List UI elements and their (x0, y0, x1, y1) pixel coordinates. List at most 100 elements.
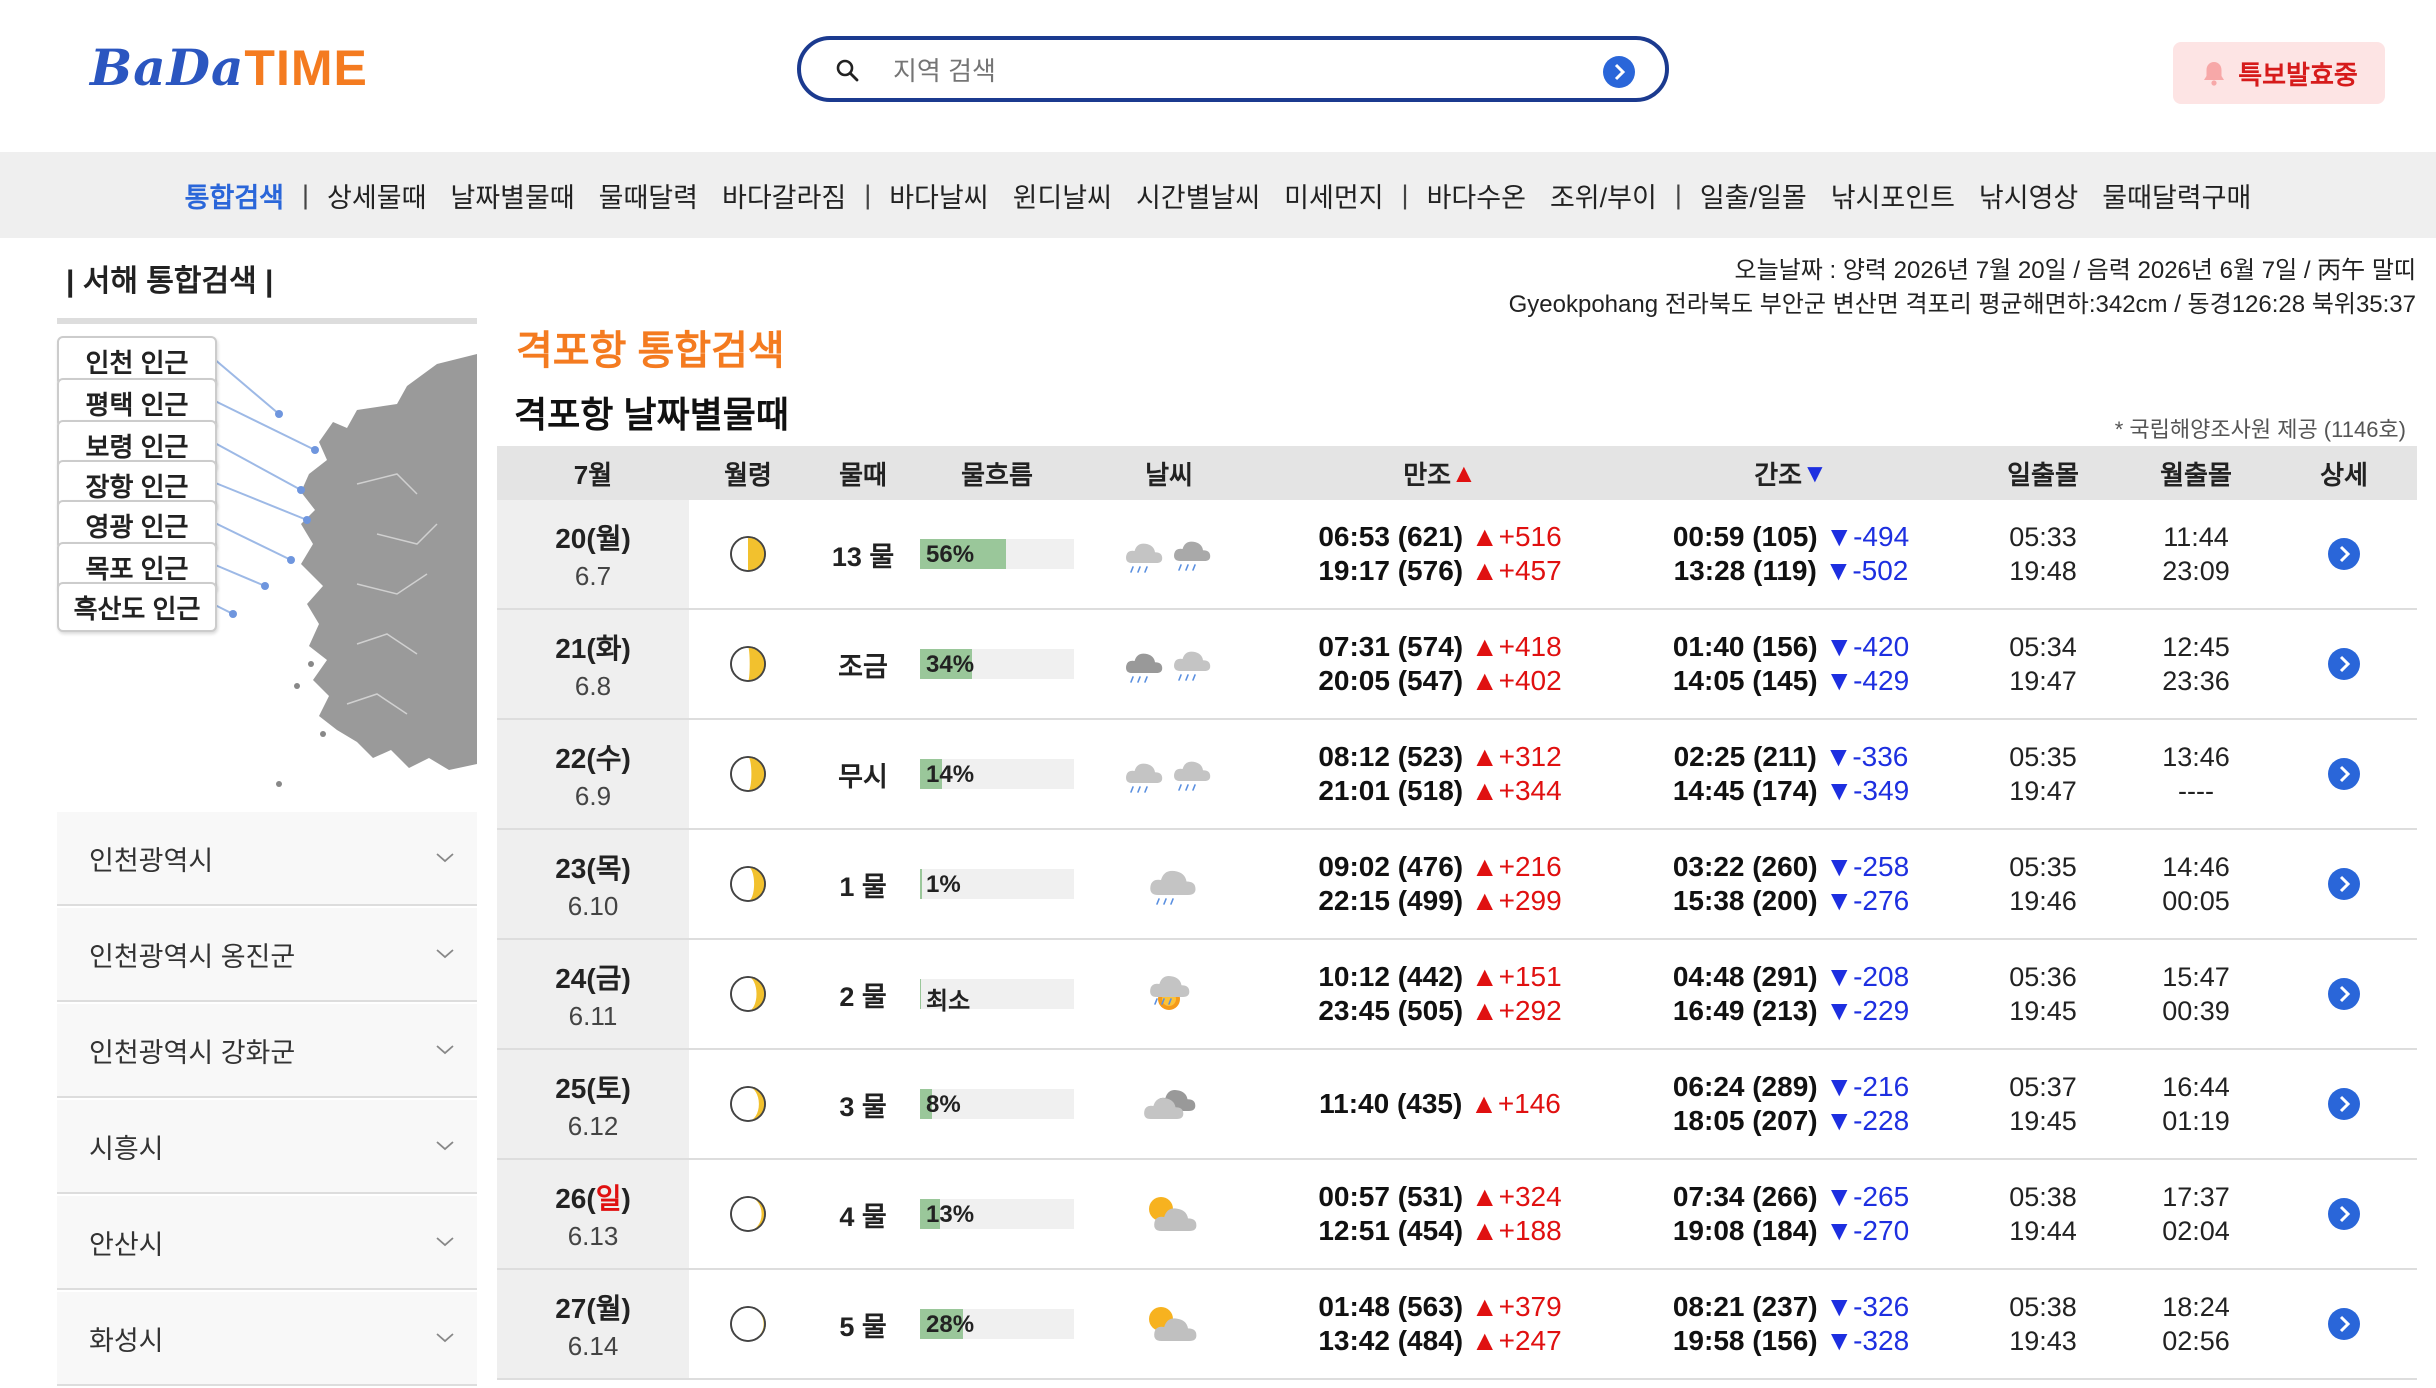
nav-item-13[interactable]: 조위/부이 (1550, 176, 1657, 215)
high-tide-time: 06:53 (621) (1318, 521, 1471, 552)
low-tide-delta: -328 (1853, 1325, 1910, 1356)
high-tide-delta: +418 (1498, 631, 1562, 662)
nav-item-10[interactable]: 미세먼지 (1284, 176, 1383, 215)
lunar-date: 6.13 (567, 1220, 619, 1251)
nav-item-4[interactable]: 물때달력 (599, 176, 698, 215)
sunrise-sunset-cell: 05:34 19:47 (1965, 630, 2121, 698)
low-tide-entry: 14:45 (174) ▼-349 (1673, 774, 1909, 808)
high-tide-time: 22:15 (499) (1318, 885, 1471, 916)
high-tide-cell: 00:57 (531) ▲+324 12:51 (454) ▲+188 (1263, 1180, 1617, 1248)
moon-time: 00:05 (2162, 886, 2230, 916)
moon-phase-icon (730, 536, 766, 572)
sun-time: 05:38 (2009, 1182, 2077, 1212)
date-cell: 26(일) 6.13 (497, 1160, 689, 1268)
low-tide-time: 03:22 (260) (1672, 851, 1826, 882)
nav-item-2[interactable]: 상세물때 (327, 176, 426, 215)
rain-cloud-icon (1126, 761, 1211, 793)
alert-button[interactable]: 특보발효중 (2173, 42, 2385, 104)
detail-button[interactable] (2328, 868, 2360, 900)
chevron-down-icon (436, 949, 454, 959)
moonrise-moonset-cell: 13:46 ---- (2121, 740, 2271, 808)
flow-bar: 최소 (920, 979, 1074, 1015)
nav-item-12[interactable]: 바다수온 (1427, 176, 1526, 215)
tide-name: 3 물 (839, 1091, 887, 1122)
logo-bada: BaDa (90, 38, 245, 97)
region-label: 화성시 (89, 1325, 164, 1356)
logo[interactable]: BaDaTIME (90, 38, 368, 97)
up-arrow-icon: ▲ (1470, 851, 1499, 882)
detail-button[interactable] (2328, 1198, 2360, 1230)
search-bar (797, 36, 1669, 102)
high-tide-entry: 21:01 (518) ▲+344 (1318, 774, 1561, 808)
search-submit-button[interactable] (1603, 56, 1635, 88)
map-button-6[interactable]: 흑산도 인근 (57, 582, 217, 632)
region-item-2[interactable]: 인천광역시 강화군 (57, 1004, 477, 1098)
region-label: 시흥시 (89, 1133, 164, 1164)
high-tide-entry: 01:48 (563) ▲+379 (1318, 1290, 1561, 1324)
rain-cloud-icon (1126, 651, 1211, 683)
down-arrow-icon: ▼ (1825, 521, 1854, 552)
sunrise-sunset-cell: 05:36 19:45 (1965, 960, 2121, 1028)
sun-time: 05:34 (2009, 632, 2077, 662)
column-header-label: 일출몰 (2007, 459, 2079, 490)
down-arrow-icon: ▼ (1825, 961, 1854, 992)
nav-item-18[interactable]: 물때달력구매 (2102, 176, 2251, 215)
search-icon[interactable] (835, 58, 859, 82)
detail-button[interactable] (2328, 648, 2360, 680)
sunrise-sunset-cell: 05:35 19:47 (1965, 740, 2121, 808)
up-arrow-icon: ▲ (1470, 1088, 1498, 1119)
search-input[interactable] (891, 52, 1575, 90)
region-item-5[interactable]: 화성시 (57, 1292, 477, 1386)
low-tide-time: 19:08 (184) (1672, 1215, 1826, 1246)
high-tide-time: 01:48 (563) (1318, 1291, 1471, 1322)
high-tide-entry: 06:53 (621) ▲+516 (1318, 520, 1561, 554)
moon-phase-icon (730, 976, 766, 1012)
sun-time: 19:45 (2009, 996, 2077, 1026)
detail-button[interactable] (2328, 978, 2360, 1010)
region-item-0[interactable]: 인천광역시 (57, 812, 477, 906)
table-body: 20(월) 6.7 13 물 56% 06:53 (621) ▲+516 19:17 (5… (497, 500, 2417, 1380)
table-row: 26(일) 6.13 4 물 13% 00:57 (531) ▲+324 12:51 (4… (497, 1160, 2417, 1270)
low-tide-cell: 08:21 (237) ▼-326 19:58 (156) ▼-328 (1617, 1290, 1965, 1358)
up-arrow-icon: ▲ (1470, 1181, 1499, 1212)
chevron-right-icon (2339, 875, 2351, 893)
detail-button[interactable] (2328, 1308, 2360, 1340)
low-tide-time: 06:24 (289) (1672, 1071, 1826, 1102)
low-tide-entry: 14:05 (145) ▼-429 (1673, 664, 1909, 698)
nav-item-7[interactable]: 바다날씨 (889, 176, 988, 215)
nav-item-8[interactable]: 윈디날씨 (1013, 176, 1112, 215)
flow-bar: 34% (920, 649, 1074, 679)
detail-button[interactable] (2328, 758, 2360, 790)
nav-item-3[interactable]: 날짜별물때 (450, 176, 574, 215)
detail-button[interactable] (2328, 538, 2360, 570)
lunar-date: 6.12 (567, 1110, 619, 1141)
tide-name: 2 물 (839, 981, 887, 1012)
region-item-1[interactable]: 인천광역시 옹진군 (57, 908, 477, 1002)
flow-percent: 28% (926, 1311, 975, 1338)
nav-item-0[interactable]: 통합검색 (185, 176, 284, 215)
nav-item-17[interactable]: 낚시영상 (1979, 176, 2078, 215)
column-header-3: 물흐름 (919, 455, 1075, 492)
low-tide-delta: -258 (1853, 851, 1910, 882)
column-header-label: 상세 (2320, 459, 2368, 490)
table-row: 21(화) 6.8 조금 34% 07:31 (574) ▲+418 20:05 (547… (497, 610, 2417, 720)
high-tide-entry: 11:40 (435) ▲+146 (1319, 1087, 1561, 1121)
chevron-right-icon (2339, 655, 2351, 673)
chevron-right-icon (2339, 545, 2351, 563)
alert-label: 특보발효중 (2238, 59, 2358, 90)
up-arrow-icon: ▲ (1470, 555, 1499, 586)
chevron-right-icon (2339, 765, 2351, 783)
detail-button[interactable] (2328, 1088, 2360, 1120)
nav-item-5[interactable]: 바다갈라짐 (722, 176, 846, 215)
region-item-4[interactable]: 안산시 (57, 1196, 477, 1290)
high-tide-time: 23:45 (505) (1318, 995, 1471, 1026)
high-tide-time: 07:31 (574) (1318, 631, 1471, 662)
moon-phase-cell (689, 1194, 807, 1234)
nav-item-15[interactable]: 일출/일몰 (1700, 176, 1807, 215)
low-tide-time: 00:59 (105) (1672, 521, 1826, 552)
region-item-3[interactable]: 시흥시 (57, 1100, 477, 1194)
nav-item-9[interactable]: 시간별날씨 (1136, 176, 1260, 215)
nav-item-16[interactable]: 낚시포인트 (1831, 176, 1955, 215)
flow-percent: 14% (926, 761, 975, 788)
flow-cell: 최소 (919, 979, 1075, 1015)
